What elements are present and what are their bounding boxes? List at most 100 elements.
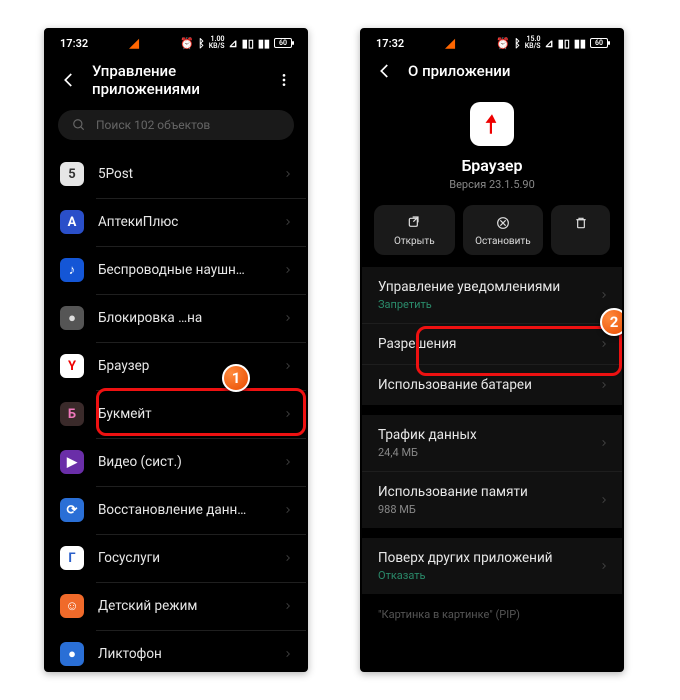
search-icon bbox=[72, 118, 86, 132]
row-traffic[interactable]: Трафик данных 24,4 МБ bbox=[362, 415, 622, 471]
app-row[interactable]: ⟳Восстановление данн… bbox=[46, 486, 306, 534]
app-row[interactable]: ●Блокировка …на bbox=[46, 294, 306, 342]
app-label: Ликтофон bbox=[98, 646, 270, 662]
app-icon: ⟳ bbox=[60, 498, 84, 522]
signal-icon-2: ▮▮ bbox=[574, 37, 586, 50]
chevron-right-icon bbox=[284, 264, 292, 276]
net-speed: 1.00KB/S bbox=[209, 36, 225, 50]
signal-icon-2: ▮▮ bbox=[258, 37, 270, 50]
app-label: Детский режим bbox=[98, 598, 270, 614]
app-row[interactable]: ▶ Видео (сист.) bbox=[46, 438, 306, 486]
status-notif-icon: ◢ bbox=[130, 36, 139, 50]
step-badge-1: 1 bbox=[222, 364, 250, 392]
row-battery[interactable]: Использование батареи bbox=[362, 364, 622, 405]
chevron-right-icon bbox=[600, 494, 608, 506]
app-version: Версия 23.1.5.90 bbox=[449, 178, 535, 191]
chevron-right-icon bbox=[600, 338, 608, 350]
chevron-right-icon bbox=[600, 289, 608, 301]
row-label: Использование памяти bbox=[378, 484, 606, 500]
back-icon[interactable] bbox=[60, 71, 78, 89]
open-button[interactable]: Открыть bbox=[374, 205, 455, 255]
app-row[interactable]: Г Госуслуги bbox=[46, 534, 306, 582]
app-row[interactable]: YБраузер bbox=[46, 342, 306, 390]
row-overlay[interactable]: Поверх других приложений Отказать bbox=[362, 538, 622, 594]
row-sub: Отказать bbox=[378, 569, 606, 582]
step-badge-2: 2 bbox=[600, 308, 624, 336]
app-label: АптекиПлюс bbox=[98, 214, 270, 230]
bluetooth-icon: ᛒ bbox=[198, 37, 205, 50]
signal-icon: ▮▯ bbox=[558, 37, 570, 50]
yandex-icon bbox=[479, 111, 505, 137]
back-icon[interactable] bbox=[376, 62, 394, 80]
app-label: Госуслуги bbox=[98, 550, 270, 566]
row-pip-partial: "Картинка в картинке" (PIP) bbox=[362, 604, 622, 625]
wifi-icon: ⊿ bbox=[229, 37, 238, 50]
stop-button[interactable]: Остановить bbox=[463, 205, 544, 255]
header: Управление приложениями bbox=[46, 52, 306, 110]
status-notif-icon: ◢ bbox=[446, 36, 455, 50]
row-label: Трафик данных bbox=[378, 427, 606, 443]
app-row[interactable]: ББукмейт bbox=[46, 390, 306, 438]
wifi-icon: ⊿ bbox=[545, 37, 554, 50]
app-icon: 5 bbox=[60, 162, 84, 186]
app-list: 55PostAАптекиПлюс♪Беспроводные наушн…●Бл… bbox=[46, 150, 306, 670]
open-label: Открыть bbox=[394, 236, 435, 247]
battery-icon: 60 bbox=[274, 38, 292, 48]
action-row: Открыть Остановить bbox=[362, 205, 622, 267]
search-placeholder: Поиск 102 объектов bbox=[96, 118, 210, 132]
uninstall-button[interactable] bbox=[551, 205, 610, 255]
app-label: Видео (сист.) bbox=[98, 454, 270, 470]
row-sub: 988 МБ bbox=[378, 503, 606, 516]
app-name: Браузер bbox=[461, 156, 522, 175]
chevron-right-icon bbox=[600, 560, 608, 572]
row-label: Разрешения bbox=[378, 336, 606, 352]
app-icon: Г bbox=[60, 546, 84, 570]
row-label: Поверх других приложений bbox=[378, 550, 606, 566]
app-icon: ● bbox=[60, 642, 84, 666]
status-bar: 17:32 ◢ ⏰ ᛒ 1.00KB/S ⊿ ▮▯ ▮▮ 60 bbox=[46, 30, 306, 52]
chevron-right-icon bbox=[284, 216, 292, 228]
alarm-icon: ⏰ bbox=[496, 37, 510, 50]
row-notifications[interactable]: Управление уведомлениями Запретить bbox=[362, 267, 622, 323]
trash-icon bbox=[573, 215, 589, 231]
app-label: Беспроводные наушн… bbox=[98, 262, 270, 278]
chevron-right-icon bbox=[284, 600, 292, 612]
app-row[interactable]: ♪ Беспроводные наушн… bbox=[46, 246, 306, 294]
stop-icon bbox=[495, 215, 511, 231]
net-speed: 15.0KB/S bbox=[525, 36, 541, 50]
chevron-right-icon bbox=[284, 408, 292, 420]
page-title: О приложении bbox=[408, 62, 608, 80]
app-icon: ▶ bbox=[60, 450, 84, 474]
open-icon bbox=[406, 215, 422, 231]
row-sub: 24,4 МБ bbox=[378, 446, 606, 459]
status-time: 17:32 bbox=[376, 37, 404, 50]
app-icon bbox=[470, 102, 514, 146]
row-permissions[interactable]: Разрешения bbox=[362, 323, 622, 364]
row-label: Управление уведомлениями bbox=[378, 279, 606, 295]
signal-icon: ▮▯ bbox=[242, 37, 254, 50]
search-input[interactable]: Поиск 102 объектов bbox=[58, 110, 294, 140]
app-row[interactable]: A АптекиПлюс bbox=[46, 198, 306, 246]
app-label: Блокировка …на bbox=[98, 310, 270, 326]
status-time: 17:32 bbox=[60, 37, 88, 50]
chevron-right-icon bbox=[284, 456, 292, 468]
app-icon: A bbox=[60, 210, 84, 234]
app-row[interactable]: ☺Детский режим bbox=[46, 582, 306, 630]
chevron-right-icon bbox=[600, 437, 608, 449]
chevron-right-icon bbox=[284, 168, 292, 180]
more-icon[interactable] bbox=[276, 72, 292, 88]
chevron-right-icon bbox=[600, 379, 608, 391]
row-sub: Запретить bbox=[378, 298, 606, 311]
battery-icon: 60 bbox=[590, 38, 608, 48]
app-row[interactable]: ● Ликтофон bbox=[46, 630, 306, 670]
phone-right: 17:32 ◢ ⏰ ᛒ 15.0KB/S ⊿ ▮▯ ▮▮ 60 О прилож… bbox=[362, 30, 622, 670]
chevron-right-icon bbox=[284, 312, 292, 324]
chevron-right-icon bbox=[284, 552, 292, 564]
app-row[interactable]: 55Post bbox=[46, 150, 306, 198]
chevron-right-icon bbox=[284, 504, 292, 516]
app-hero: Браузер Версия 23.1.5.90 bbox=[362, 92, 622, 205]
header: О приложении bbox=[362, 52, 622, 92]
app-icon: ♪ bbox=[60, 258, 84, 282]
row-memory[interactable]: Использование памяти 988 МБ bbox=[362, 471, 622, 528]
status-bar: 17:32 ◢ ⏰ ᛒ 15.0KB/S ⊿ ▮▯ ▮▮ 60 bbox=[362, 30, 622, 52]
